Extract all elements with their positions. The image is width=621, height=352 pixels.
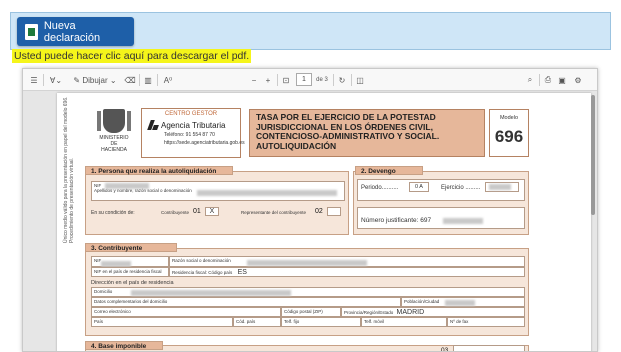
draw-tool-button[interactable]: ✎ Dibujar ⌄ <box>69 73 121 87</box>
s3-res-fiscal-label: Residencia fiscal: Código país <box>172 270 233 275</box>
s1-code-01: 01 <box>193 208 201 215</box>
centro-gestor-box: CENTRO GESTOR Agencia Tributaria Teléfon… <box>141 108 245 158</box>
modelo-box: Modelo 696 <box>489 109 529 157</box>
s3-complement-field[interactable]: Datos complementarios del domicilio <box>91 297 401 307</box>
zoom-in-icon[interactable]: + <box>263 73 273 87</box>
download-hint-link[interactable]: Usted puede hacer clic aquí para descarg… <box>12 49 252 63</box>
s1-contributor-label: Contribuyente <box>161 210 190 215</box>
s3-residence-field[interactable]: Residencia fiscal: Código país ES <box>169 267 525 277</box>
pdf-toolbar: ☰ ∀⌄ ✎ Dibujar ⌄ ⌫ ▥ A⁰ − + ⊡ 1 de 3 ↻ ◫… <box>23 69 597 91</box>
s3-cod-pais-label: Cód. país <box>236 319 256 324</box>
s3-provincia-label: Provincia/Región/Estado <box>344 310 394 315</box>
toolbar-divider <box>351 74 352 86</box>
s1-representative-label: Representante del contribuyente <box>241 210 307 215</box>
redacted-value <box>131 290 291 296</box>
search-icon[interactable]: ⌕ <box>525 73 535 87</box>
toolbar-divider <box>333 74 334 86</box>
vertical-scrollbar[interactable] <box>591 95 595 215</box>
agencia-tributaria-logo-icon <box>148 120 158 130</box>
crest-label: MINISTERIO DE HACIENDA <box>99 135 129 153</box>
s3-res-fiscal-value: ES <box>237 269 247 276</box>
contributor-checkbox[interactable]: X <box>205 207 219 216</box>
s3-nif-res-label: NIF en el país de residencia fiscal <box>94 269 162 274</box>
s3-tel-movil-label: Telf. móvil <box>364 319 385 324</box>
redacted-value <box>443 218 483 224</box>
s3-pais-label: País <box>94 319 104 324</box>
s3-cp-field[interactable]: Código postal (ZIP) <box>281 307 341 317</box>
s3-provincia-field[interactable]: Provincia/Región/Estado MADRID <box>341 307 525 317</box>
modelo-number: 696 <box>494 127 524 146</box>
s3-fax-field[interactable]: Nº de fax <box>447 317 525 327</box>
pdf-page: Único medio válido para la presentación … <box>57 93 591 352</box>
redacted-value <box>105 183 149 189</box>
s3-nif-residence-field[interactable]: NIF en el país de residencia fiscal <box>91 267 169 277</box>
pdf-viewer: ☰ ∀⌄ ✎ Dibujar ⌄ ⌫ ▥ A⁰ − + ⊡ 1 de 3 ↻ ◫… <box>22 68 598 352</box>
fit-page-icon[interactable]: ⊡ <box>281 73 291 87</box>
section-1-title: 1. Persona que realiza la autoliquidació… <box>85 166 233 175</box>
rotate-icon[interactable]: ↻ <box>337 73 347 87</box>
s1-condition-label: En su condición de: <box>91 210 135 216</box>
modelo-label: Modelo <box>499 115 519 121</box>
s4-code: 03 <box>441 347 449 352</box>
redacted-value <box>489 184 511 190</box>
document-icon <box>25 23 38 40</box>
redacted-value <box>247 260 367 266</box>
s3-cod-pais-field[interactable]: Cód. país <box>233 317 281 327</box>
s3-email-field[interactable]: Correo electrónico <box>91 307 281 317</box>
section-2-title: 2. Devengo <box>355 166 423 175</box>
redacted-value <box>197 190 337 196</box>
ejercicio-label: Ejercicio ......... <box>441 185 481 191</box>
periodo-input[interactable]: 0 A <box>409 182 429 192</box>
two-page-icon[interactable]: ◫ <box>355 73 365 87</box>
redacted-value <box>445 300 475 306</box>
zoom-out-icon[interactable]: − <box>249 73 259 87</box>
representative-checkbox[interactable] <box>327 207 341 216</box>
s3-cp-label: Código postal (ZIP) <box>284 309 323 314</box>
s3-tel-movil-field[interactable]: Telf. móvil <box>361 317 447 327</box>
s3-poblacion-label: Población/Ciudad <box>404 299 440 304</box>
draw-label: Dibujar <box>82 75 108 85</box>
s3-fax-label: Nº de fax <box>450 319 469 324</box>
agency-url: https://sede.agenciatributaria.gob.es <box>164 140 245 146</box>
gestor-heading: CENTRO GESTOR <box>164 111 218 117</box>
outline-icon[interactable]: ☰ <box>29 73 39 87</box>
s3-tel-fijo-label: Telf. fijo <box>284 319 300 324</box>
s3-domicilio-label: Domicilio <box>94 289 113 294</box>
section-3-title: 3. Contribuyente <box>85 243 177 252</box>
s3-razon-label: Razón social o denominación <box>172 258 231 263</box>
agency-row: Agencia Tributaria <box>148 120 238 130</box>
settings-gear-icon[interactable]: ⚙ <box>573 73 583 87</box>
ministry-crest: MINISTERIO DE HACIENDA <box>97 109 131 155</box>
sidebar-toggle-icon[interactable]: ▥ <box>143 73 153 87</box>
agency-name: Agencia Tributaria <box>161 120 226 130</box>
save-icon[interactable]: ▣ <box>557 73 567 87</box>
new-declaration-label: Nueva declaración <box>43 19 101 44</box>
agency-phone: Teléfono: 91 554 87 70 <box>164 132 215 138</box>
new-declaration-button[interactable]: Nueva declaración <box>17 17 134 46</box>
toolbar-divider <box>277 74 278 86</box>
toolbar-divider <box>139 74 140 86</box>
toolbar-divider <box>43 74 44 86</box>
justificante-label: Número justificante: 697 <box>361 217 432 224</box>
s3-email-label: Correo electrónico <box>94 309 131 314</box>
coat-of-arms-icon <box>97 109 131 133</box>
base-imponible-input[interactable] <box>453 345 525 351</box>
periodo-label: Periodo.......... <box>361 185 399 191</box>
print-icon[interactable]: ⎙ <box>543 73 553 87</box>
s3-address-heading: Dirección en el país de residencia <box>91 280 174 286</box>
page-total: de 3 <box>316 77 328 83</box>
s3-provincia-value: MADRID <box>396 309 425 316</box>
toolbar-divider <box>539 74 540 86</box>
section-4-title: 4. Base imponible <box>85 341 163 350</box>
s3-pais-field[interactable]: País <box>91 317 233 327</box>
form-title: TASA POR EL EJERCICIO DE LA POTESTAD JUR… <box>249 109 485 157</box>
s3-tel-fijo-field[interactable]: Telf. fijo <box>281 317 361 327</box>
s3-complement-label: Datos complementarios del domicilio <box>94 299 168 304</box>
text-tool-icon[interactable]: A⁰ <box>161 73 175 87</box>
page-number-input[interactable]: 1 <box>296 73 312 86</box>
s1-code-02: 02 <box>315 208 323 215</box>
toolbar-divider <box>157 74 158 86</box>
eraser-icon[interactable]: ⌫ <box>124 73 135 87</box>
side-legal-text: Único medio válido para la presentación … <box>63 96 75 243</box>
